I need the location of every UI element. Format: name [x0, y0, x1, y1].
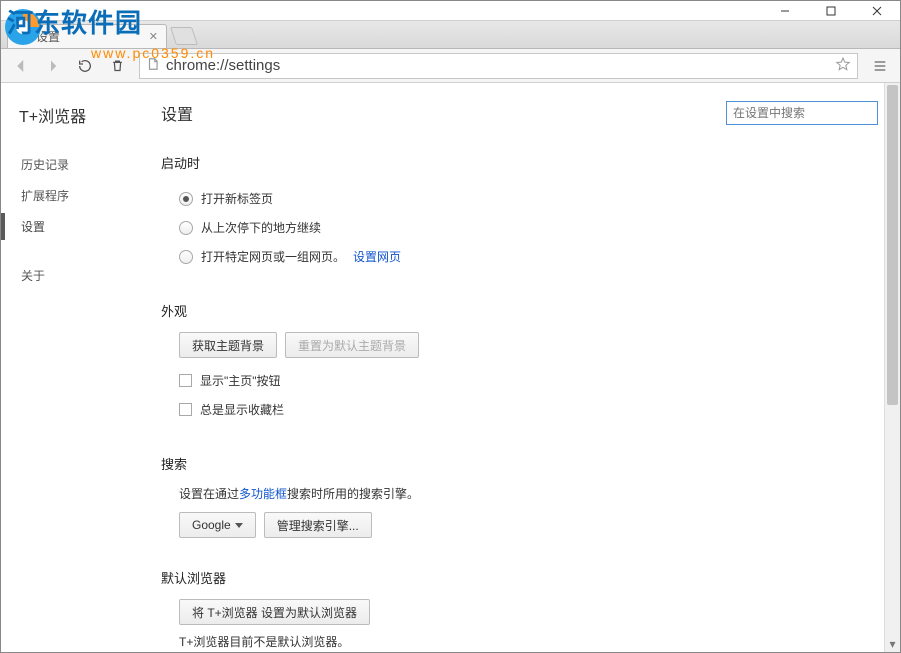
section-heading: 搜索 — [161, 454, 878, 473]
forward-button[interactable] — [39, 52, 67, 80]
section-heading: 外观 — [161, 301, 878, 320]
reload-button[interactable] — [71, 52, 99, 80]
window-maximize-button[interactable] — [808, 1, 854, 20]
wrench-icon — [16, 30, 30, 44]
sidebar-brand: T+浏览器 — [19, 103, 151, 127]
checkbox-label: 显示"主页"按钮 — [200, 372, 281, 389]
window-close-button[interactable] — [854, 1, 900, 20]
sidebar-item-about[interactable]: 关于 — [19, 260, 151, 291]
tab-strip: 设置 ✕ — [1, 21, 900, 49]
page-icon — [146, 57, 160, 74]
always-show-bookmarks-checkbox[interactable]: 总是显示收藏栏 — [161, 395, 878, 424]
address-bar[interactable] — [139, 53, 858, 79]
omnibox-link[interactable]: 多功能框 — [239, 487, 287, 501]
checkbox-icon — [179, 403, 192, 416]
radio-icon — [179, 250, 193, 264]
history-clear-icon[interactable] — [103, 52, 131, 80]
url-input[interactable] — [166, 57, 829, 74]
radio-icon — [179, 221, 193, 235]
set-pages-link[interactable]: 设置网页 — [353, 248, 401, 265]
radio-label: 打开新标签页 — [201, 190, 273, 207]
sidebar-item-settings[interactable]: 设置 — [19, 211, 151, 242]
tab-close-icon[interactable]: ✕ — [149, 30, 158, 43]
back-button[interactable] — [7, 52, 35, 80]
browser-tab[interactable]: 设置 ✕ — [7, 24, 167, 48]
radio-label: 打开特定网页或一组网页。 — [201, 248, 345, 265]
browser-toolbar — [1, 49, 900, 83]
chevron-down-icon — [235, 523, 243, 528]
startup-option-continue[interactable]: 从上次停下的地方继续 — [161, 213, 878, 242]
section-heading: 启动时 — [161, 153, 878, 172]
window-titlebar — [1, 1, 900, 21]
startup-option-specific-pages[interactable]: 打开特定网页或一组网页。 设置网页 — [161, 242, 878, 271]
settings-sidebar: T+浏览器 历史记录 扩展程序 设置 关于 — [1, 83, 151, 652]
section-search: 搜索 设置在通过多功能框搜索时所用的搜索引擎。 Google 管理搜索引擎... — [161, 454, 878, 538]
settings-main: 设置 启动时 打开新标签页 从上次停下的地方继续 打开特定网页或一组网页。 设置… — [151, 83, 900, 652]
new-tab-button[interactable] — [170, 27, 198, 45]
radio-label: 从上次停下的地方继续 — [201, 219, 321, 236]
show-home-button-checkbox[interactable]: 显示"主页"按钮 — [161, 366, 878, 395]
sidebar-item-history[interactable]: 历史记录 — [19, 149, 151, 180]
section-appearance: 外观 获取主题背景 重置为默认主题背景 显示"主页"按钮 总是显示收藏栏 — [161, 301, 878, 424]
window-minimize-button[interactable] — [762, 1, 808, 20]
radio-icon — [179, 192, 193, 206]
checkbox-label: 总是显示收藏栏 — [200, 401, 284, 418]
sidebar-item-extensions[interactable]: 扩展程序 — [19, 180, 151, 211]
vertical-scrollbar[interactable]: ▴ ▾ — [884, 83, 900, 652]
search-description: 设置在通过多功能框搜索时所用的搜索引擎。 — [161, 485, 878, 502]
tab-title: 设置 — [36, 28, 60, 45]
checkbox-icon — [179, 374, 192, 387]
startup-option-newtab[interactable]: 打开新标签页 — [161, 184, 878, 213]
bookmark-star-icon[interactable] — [835, 56, 851, 75]
scrollbar-thumb[interactable] — [887, 85, 898, 405]
manage-search-engines-button[interactable]: 管理搜索引擎... — [264, 512, 372, 538]
section-startup: 启动时 打开新标签页 从上次停下的地方继续 打开特定网页或一组网页。 设置网页 — [161, 153, 878, 271]
search-engine-dropdown[interactable]: Google — [179, 512, 256, 538]
menu-button[interactable] — [866, 52, 894, 80]
section-default-browser: 默认浏览器 将 T+浏览器 设置为默认浏览器 T+浏览器目前不是默认浏览器。 — [161, 568, 878, 650]
page-title: 设置 — [161, 101, 193, 125]
set-default-browser-button[interactable]: 将 T+浏览器 设置为默认浏览器 — [179, 599, 370, 625]
default-browser-status: T+浏览器目前不是默认浏览器。 — [161, 633, 878, 650]
settings-search-input[interactable] — [726, 101, 878, 125]
get-themes-button[interactable]: 获取主题背景 — [179, 332, 277, 358]
reset-theme-button[interactable]: 重置为默认主题背景 — [285, 332, 419, 358]
section-heading: 默认浏览器 — [161, 568, 878, 587]
scroll-down-icon[interactable]: ▾ — [885, 636, 900, 652]
